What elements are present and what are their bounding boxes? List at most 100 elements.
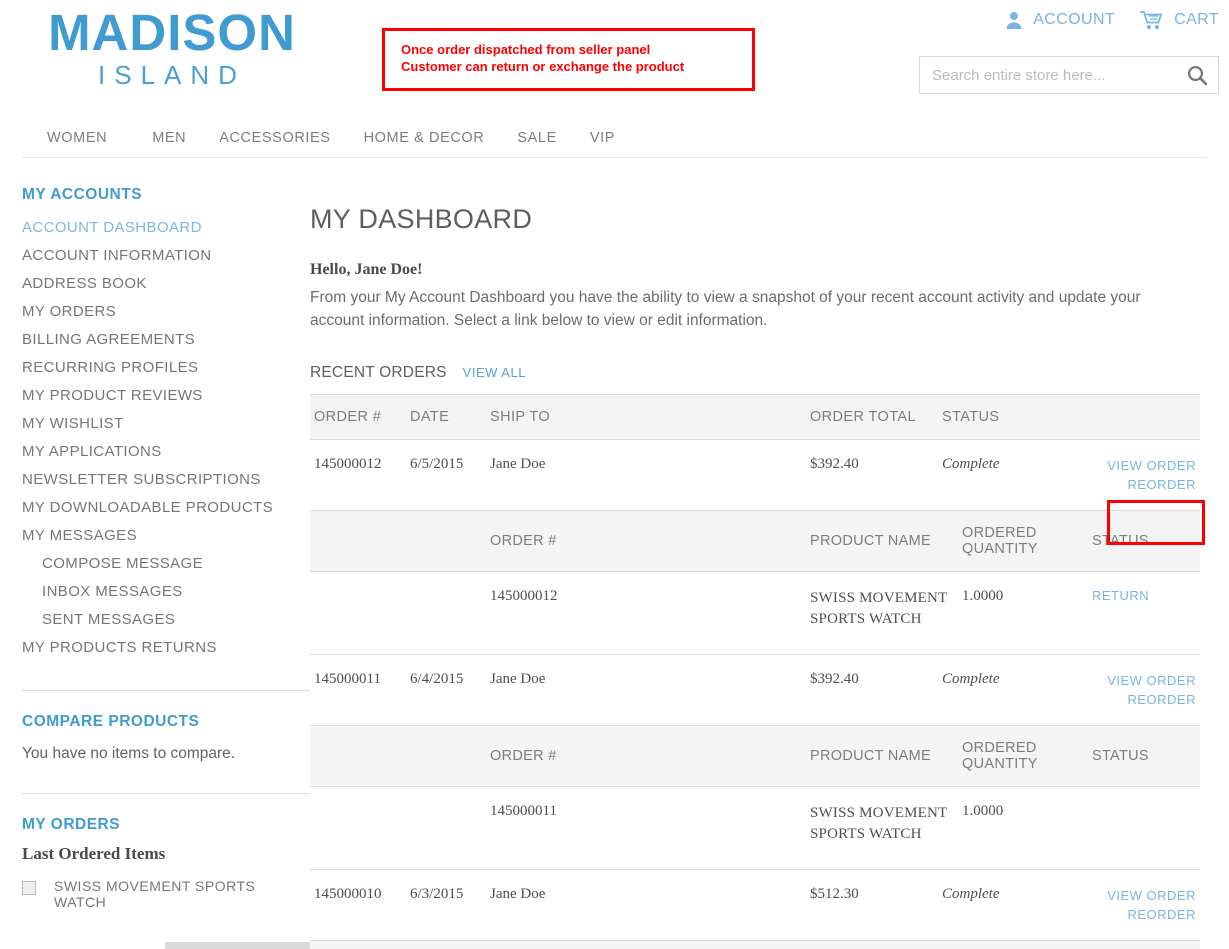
site-logo[interactable]: MADISON ISLAND <box>22 4 322 91</box>
item-col-header-blank <box>310 511 490 573</box>
nav-item-women[interactable]: WOMEN <box>22 130 152 146</box>
return-link[interactable]: RETURN <box>1092 588 1149 603</box>
order-number-cell: 145000011 <box>310 655 410 727</box>
search-icon[interactable] <box>1176 57 1218 93</box>
sidebar-item-sent-messages[interactable]: SENT MESSAGES <box>22 606 310 634</box>
view-order-link[interactable]: VIEW ORDER <box>1082 456 1196 475</box>
annotation-line-1: Once order dispatched from seller panel <box>401 42 651 57</box>
search-input[interactable] <box>920 57 1176 93</box>
col-header-order-number: ORDER # <box>310 394 410 441</box>
item-col-header-status: STATUS <box>1092 726 1200 788</box>
item-col-header-product-name: PRODUCT NAME <box>810 511 962 573</box>
table-row: 145000011 SWISS MOVEMENT SPORTS WATCH 1.… <box>310 786 1200 871</box>
page-title: MY DASHBOARD <box>310 204 533 235</box>
item-order-number-cell: 145000012 <box>490 571 810 656</box>
last-ordered-item: SWISS MOVEMENT SPORTS WATCH <box>22 878 310 910</box>
view-order-link[interactable]: VIEW ORDER <box>1082 671 1196 690</box>
sidebar-item-account-dashboard[interactable]: ACCOUNT DASHBOARD <box>22 214 310 242</box>
compare-products-block: COMPARE PRODUCTS You have no items to co… <box>22 690 310 767</box>
nav-item-accessories[interactable]: ACCESSORIES <box>219 130 363 146</box>
my-orders-actions: View All ADD TO CART <box>22 942 310 949</box>
nav-item-vip[interactable]: VIP <box>590 130 648 146</box>
item-status-cell: RETURN <box>1092 571 1200 656</box>
sidebar-item-my-products-returns[interactable]: MY PRODUCTS RETURNS <box>22 634 310 662</box>
cart-icon <box>1139 10 1165 30</box>
reorder-link[interactable]: REORDER <box>1082 475 1196 494</box>
welcome-paragraph: From your My Account Dashboard you have … <box>310 289 1141 330</box>
item-order-number-cell: 145000011 <box>490 786 810 871</box>
recent-orders-view-all-link[interactable]: VIEW ALL <box>463 365 526 380</box>
sidebar-item-my-messages[interactable]: MY MESSAGES <box>22 522 310 550</box>
add-to-cart-button[interactable]: ADD TO CART <box>165 942 310 949</box>
item-col-header-ordered-quantity: ORDERED QUANTITY <box>962 941 1092 949</box>
dashboard-main: MY DASHBOARD Hello, Jane Doe! From your … <box>310 186 1229 949</box>
item-quantity-cell: 1.0000 <box>962 571 1092 656</box>
orders-tables-container: ORDER # DATE SHIP TO ORDER TOTAL STATUS … <box>310 394 1219 949</box>
main-navigation: WOMEN MEN ACCESSORIES HOME & DECOR SALE … <box>22 118 1207 158</box>
account-link[interactable]: ACCOUNT <box>1004 10 1115 30</box>
order-status-cell: Complete <box>942 439 1082 512</box>
table-header-row: ORDER # PRODUCT NAME ORDERED QUANTITY ST… <box>310 511 1200 573</box>
col-header-actions <box>1082 394 1200 441</box>
reorder-link[interactable]: REORDER <box>1082 905 1196 924</box>
compare-products-heading: COMPARE PRODUCTS <box>22 713 200 730</box>
sidebar-item-newsletter-subscriptions[interactable]: NEWSLETTER SUBSCRIPTIONS <box>22 466 310 494</box>
item-col-header-product-name: PRODUCT NAME <box>810 941 962 949</box>
user-icon <box>1004 10 1024 30</box>
item-col-header-order-number: ORDER # <box>490 726 810 788</box>
last-ordered-item-label: SWISS MOVEMENT SPORTS WATCH <box>54 878 256 910</box>
order-items-table: ORDER # PRODUCT NAME ORDERED QUANTITY ST… <box>310 726 1200 871</box>
order-status-cell: Complete <box>942 655 1082 727</box>
view-order-link[interactable]: VIEW ORDER <box>1082 886 1196 905</box>
order-ship-to-cell: Jane Doe <box>490 439 810 512</box>
last-ordered-item-checkbox[interactable] <box>22 881 36 895</box>
my-orders-heading: MY ORDERS <box>22 816 121 833</box>
sidebar-item-my-applications[interactable]: MY APPLICATIONS <box>22 438 310 466</box>
order-number-cell: 145000012 <box>310 439 410 512</box>
col-header-status: STATUS <box>942 394 1082 441</box>
item-col-header-ordered-quantity: ORDERED QUANTITY <box>962 726 1092 788</box>
order-actions-cell: VIEW ORDER REORDER <box>1082 870 1200 942</box>
item-product-name-cell: SWISS MOVEMENT SPORTS WATCH <box>810 571 962 656</box>
sidebar-item-my-product-reviews[interactable]: MY PRODUCT REVIEWS <box>22 382 310 410</box>
item-status-cell <box>1092 786 1200 871</box>
sidebar-item-my-downloadable-products[interactable]: MY DOWNLOADABLE PRODUCTS <box>22 494 310 522</box>
order-items-table: ORDER # PRODUCT NAME ORDERED QUANTITY ST… <box>310 941 1200 949</box>
header-utility-links: ACCOUNT CART <box>1004 10 1219 30</box>
order-total-cell: $392.40 <box>810 655 942 727</box>
sidebar-item-inbox-messages[interactable]: INBOX MESSAGES <box>22 578 310 606</box>
reorder-link[interactable]: REORDER <box>1082 690 1196 709</box>
item-col-header-blank <box>310 726 490 788</box>
sidebar-item-my-orders[interactable]: MY ORDERS <box>22 298 310 326</box>
search-box[interactable] <box>919 56 1219 94</box>
account-link-label: ACCOUNT <box>1033 11 1116 28</box>
item-col-header-blank <box>310 941 490 949</box>
my-orders-block: MY ORDERS Last Ordered Items SWISS MOVEM… <box>22 793 310 949</box>
sidebar-item-billing-agreements[interactable]: BILLING AGREEMENTS <box>22 326 310 354</box>
nav-item-home-decor[interactable]: HOME & DECOR <box>364 130 518 146</box>
sidebar-item-address-book[interactable]: ADDRESS BOOK <box>22 270 310 298</box>
order-date-cell: 6/4/2015 <box>410 655 490 727</box>
nav-item-men[interactable]: MEN <box>152 130 219 146</box>
nav-item-sale[interactable]: SALE <box>517 130 589 146</box>
logo-primary-text: MADISON <box>48 4 296 61</box>
order-status-cell: Complete <box>942 870 1082 942</box>
table-row: 145000012 SWISS MOVEMENT SPORTS WATCH 1.… <box>310 571 1200 656</box>
sidebar-item-my-wishlist[interactable]: MY WISHLIST <box>22 410 310 438</box>
item-col-header-order-number: ORDER # <box>490 511 810 573</box>
recent-orders-title: RECENT ORDERS <box>310 364 447 382</box>
order-date-cell: 6/3/2015 <box>410 870 490 942</box>
last-ordered-items-heading: Last Ordered Items <box>22 844 166 863</box>
sidebar-item-compose-message[interactable]: COMPOSE MESSAGE <box>22 550 310 578</box>
sidebar-item-recurring-profiles[interactable]: RECURRING PROFILES <box>22 354 310 382</box>
cart-link[interactable]: CART <box>1139 10 1219 30</box>
account-sidebar: MY ACCOUNTS ACCOUNT DASHBOARD ACCOUNT INF… <box>0 186 310 949</box>
annotation-line-2: Customer can return or exchange the prod… <box>401 59 685 74</box>
order-summary-table: 145000010 6/3/2015 Jane Doe $512.30 Comp… <box>310 870 1200 942</box>
table-header-row: ORDER # DATE SHIP TO ORDER TOTAL STATUS <box>310 394 1200 441</box>
order-summary-table: 145000011 6/4/2015 Jane Doe $392.40 Comp… <box>310 655 1200 727</box>
greeting-text: Hello, Jane Doe! <box>310 261 423 279</box>
col-header-date: DATE <box>410 394 490 441</box>
sidebar-item-account-information[interactable]: ACCOUNT INFORMATION <box>22 242 310 270</box>
site-header: MADISON ISLAND Once order dispatched fro… <box>0 0 1229 118</box>
